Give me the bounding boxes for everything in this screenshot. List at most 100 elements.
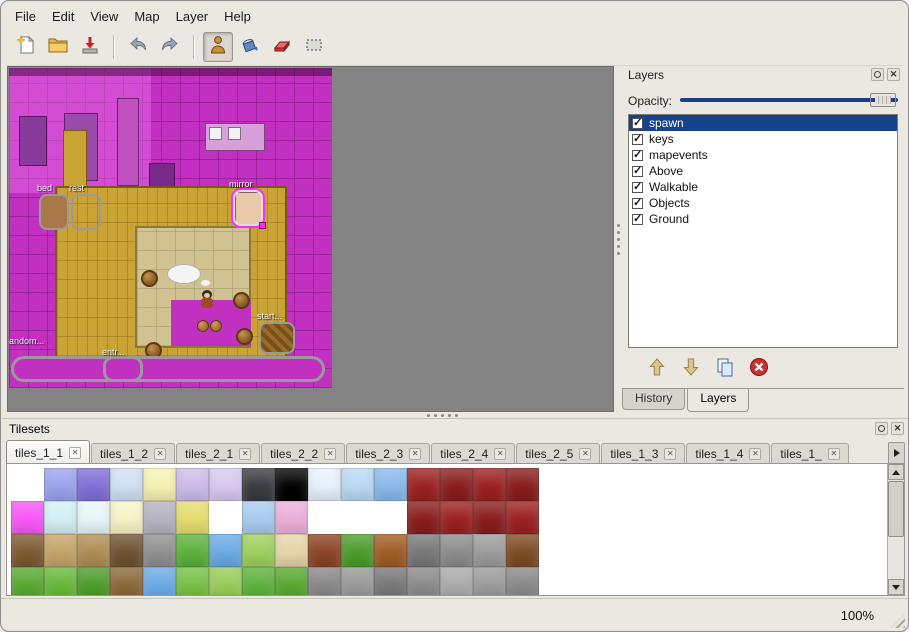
layer-row-walkable[interactable]: Walkable [629, 179, 897, 195]
tileset-tab[interactable]: tiles_1_1 ✕ [6, 440, 90, 464]
tileset-tile[interactable] [110, 501, 143, 534]
tileset-tile[interactable] [209, 501, 242, 534]
tileset-tile[interactable] [110, 567, 143, 596]
open-map-button[interactable] [43, 32, 73, 62]
tileset-tile[interactable] [242, 534, 275, 567]
layer-visibility-checkbox[interactable] [632, 118, 643, 129]
tileset-tile[interactable] [440, 468, 473, 501]
close-tab-icon[interactable]: ✕ [409, 448, 421, 460]
tileset-tile[interactable] [308, 468, 341, 501]
scroll-up-button[interactable] [888, 464, 904, 480]
tileset-tile[interactable] [242, 468, 275, 501]
tileset-tile[interactable] [407, 534, 440, 567]
tileset-tab[interactable]: tiles_2_2 ✕ [261, 443, 345, 464]
tileset-tile[interactable] [143, 567, 176, 596]
tileset-tile[interactable] [209, 468, 242, 501]
close-tab-icon[interactable]: ✕ [579, 448, 591, 460]
vertical-splitter[interactable] [614, 66, 622, 412]
tileset-tile[interactable] [176, 468, 209, 501]
tileset-tile[interactable] [11, 468, 44, 501]
delete-layer-button[interactable] [746, 356, 772, 382]
tileset-tile[interactable] [143, 534, 176, 567]
tileset-tab[interactable]: tiles_2_5 ✕ [516, 443, 600, 464]
layer-visibility-checkbox[interactable] [632, 214, 643, 225]
resize-grip[interactable] [891, 614, 905, 628]
tileset-tile[interactable] [110, 468, 143, 501]
map-object-couch[interactable] [11, 356, 325, 382]
tileset-tile[interactable] [11, 567, 44, 596]
close-tab-icon[interactable]: ✕ [494, 448, 506, 460]
float-dock-icon[interactable] [871, 68, 884, 81]
menu-edit[interactable]: Edit [44, 6, 82, 27]
tab-history[interactable]: History [622, 389, 685, 410]
tab-layers[interactable]: Layers [687, 389, 749, 412]
tileset-tile[interactable] [440, 567, 473, 596]
tileset-tile[interactable] [407, 468, 440, 501]
tileset-scrollbar[interactable] [887, 464, 904, 595]
layer-visibility-checkbox[interactable] [632, 166, 643, 177]
tileset-tab[interactable]: tiles_1_2 ✕ [91, 443, 175, 464]
tileset-tile[interactable] [374, 501, 407, 534]
tileset-tile[interactable] [374, 567, 407, 596]
tileset-tile[interactable] [275, 468, 308, 501]
map-image[interactable]: bed rest mirror start... andom... entr..… [9, 68, 332, 388]
map-object-mirror-selected[interactable] [233, 190, 263, 226]
tileset-tile[interactable] [242, 567, 275, 596]
tileset-tab[interactable]: tiles_1_ ✕ [771, 443, 848, 464]
new-map-button[interactable] [11, 32, 41, 62]
tileset-tile[interactable] [110, 534, 143, 567]
tileset-tile[interactable] [176, 501, 209, 534]
tileset-tile[interactable] [341, 534, 374, 567]
tab-scroll-right-button[interactable] [888, 442, 905, 464]
tileset-tile[interactable] [407, 567, 440, 596]
tileset-tab[interactable]: tiles_2_1 ✕ [176, 443, 260, 464]
tileset-tile[interactable] [308, 534, 341, 567]
tileset-tile[interactable] [473, 501, 506, 534]
duplicate-layer-button[interactable] [712, 356, 738, 382]
tileset-tile[interactable] [143, 468, 176, 501]
save-map-button[interactable] [75, 32, 105, 62]
layer-visibility-checkbox[interactable] [632, 150, 643, 161]
float-dock-icon[interactable] [875, 422, 888, 435]
close-tab-icon[interactable]: ✕ [324, 448, 336, 460]
tileset-tile[interactable] [341, 468, 374, 501]
selection-handle[interactable] [259, 222, 266, 229]
tileset-tile[interactable] [11, 534, 44, 567]
menu-view[interactable]: View [82, 6, 126, 27]
tileset-tile[interactable] [242, 501, 275, 534]
tileset-tile[interactable] [275, 567, 308, 596]
tileset-tile[interactable] [44, 468, 77, 501]
menu-layer[interactable]: Layer [168, 6, 217, 27]
tileset-tile[interactable] [473, 468, 506, 501]
layer-row-mapevents[interactable]: mapevents [629, 147, 897, 163]
tileset-tab[interactable]: tiles_1_3 ✕ [601, 443, 685, 464]
tileset-tile[interactable] [275, 534, 308, 567]
select-tool-button[interactable] [299, 32, 329, 62]
undo-button[interactable] [123, 32, 153, 62]
tileset-tab[interactable]: tiles_2_3 ✕ [346, 443, 430, 464]
layer-row-above[interactable]: Above [629, 163, 897, 179]
tileset-tile[interactable] [77, 501, 110, 534]
tileset-tile[interactable] [506, 534, 539, 567]
scroll-down-button[interactable] [888, 579, 904, 595]
layer-visibility-checkbox[interactable] [632, 134, 643, 145]
tileset-tile[interactable] [308, 501, 341, 534]
tileset-tile[interactable] [473, 534, 506, 567]
tileset-tile[interactable] [506, 468, 539, 501]
menu-file[interactable]: File [7, 6, 44, 27]
tileset-tile[interactable] [11, 501, 44, 534]
tileset-tile[interactable] [77, 534, 110, 567]
stamp-tool-button[interactable] [203, 32, 233, 62]
layer-row-spawn[interactable]: spawn [629, 115, 897, 131]
scrollbar-thumb[interactable] [888, 481, 904, 537]
map-canvas[interactable]: bed rest mirror start... andom... entr..… [7, 66, 614, 412]
menu-map[interactable]: Map [126, 6, 167, 27]
tileset-tile[interactable] [506, 501, 539, 534]
raise-layer-button[interactable] [644, 356, 670, 382]
map-object-entrance[interactable] [103, 356, 143, 382]
tileset-tile[interactable] [77, 567, 110, 596]
layer-visibility-checkbox[interactable] [632, 182, 643, 193]
tileset-tile[interactable] [341, 501, 374, 534]
tileset-tile[interactable] [44, 534, 77, 567]
tileset-tile[interactable] [440, 534, 473, 567]
